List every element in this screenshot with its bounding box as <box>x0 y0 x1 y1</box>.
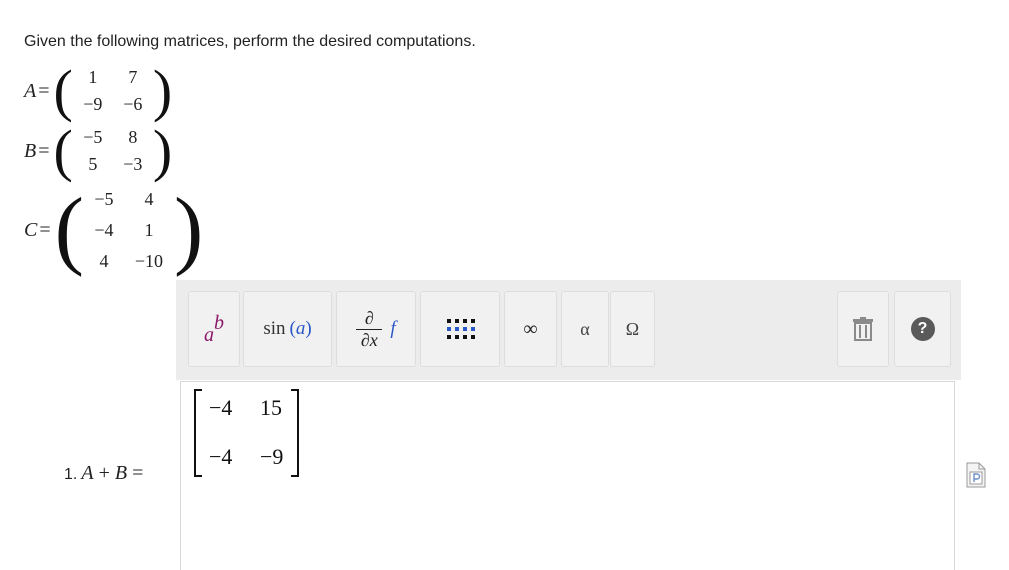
left-paren: ( <box>53 58 73 123</box>
matrix-b-label: B <box>24 139 37 162</box>
matrix-b-grid: −5 8 5 −3 <box>73 127 153 175</box>
matrix-c-label: C <box>24 218 38 241</box>
matrix-a: A = ( 1 7 −9 −6 ) <box>24 62 172 120</box>
matrix-grid-icon <box>447 319 475 339</box>
sin-arg: a <box>295 318 306 339</box>
preview-icon[interactable] <box>966 462 986 488</box>
question-number: 1. <box>64 466 78 483</box>
question-lhs-b: B <box>114 462 128 484</box>
left-paren: ( <box>54 181 84 278</box>
superscript-base: a <box>204 323 214 346</box>
alpha-icon: α <box>580 318 590 339</box>
matrix-c: C = ( −5 4 −4 1 4 −10 ) <box>24 186 203 274</box>
matrix-cell: 1 <box>144 219 154 240</box>
matrix-b-equals: = <box>38 139 50 162</box>
matrix-cell: 1 <box>88 67 98 87</box>
prompt-text: Given the following matrices, perform th… <box>24 33 476 50</box>
answer-cell[interactable]: −4 <box>209 395 232 421</box>
matrix-button[interactable] <box>420 291 500 367</box>
matrix-cell: −3 <box>123 154 143 174</box>
answer-input[interactable]: −4 15 −4 −9 <box>180 381 955 570</box>
greek-button[interactable]: α <box>561 291 609 367</box>
derivative-function: f <box>390 318 396 339</box>
help-button[interactable]: ? <box>894 291 951 367</box>
trash-button[interactable] <box>837 291 889 367</box>
matrix-cell: 4 <box>144 188 154 209</box>
right-paren: ) <box>173 181 204 278</box>
matrix-cell: 4 <box>99 250 109 271</box>
help-icon: ? <box>910 317 935 341</box>
math-toolbar: a b sin ( a ) ∂ ∂x f ∞ α Ω ? <box>176 280 961 380</box>
question-plus: + <box>93 462 115 484</box>
matrix-cell: −4 <box>94 219 114 240</box>
derivative-denominator: ∂x <box>360 329 378 350</box>
sin-fn: sin <box>263 318 286 339</box>
matrix-cell: −9 <box>83 94 103 114</box>
matrix-cell: 5 <box>88 154 98 174</box>
infinity-button[interactable]: ∞ <box>504 291 557 367</box>
matrix-cell: −6 <box>123 94 143 114</box>
symbol-button[interactable]: Ω <box>610 291 655 367</box>
left-paren: ( <box>53 118 73 183</box>
matrix-cell: 8 <box>128 127 138 147</box>
derivative-button[interactable]: ∂ ∂x f <box>336 291 416 367</box>
matrix-cell: −10 <box>134 250 164 271</box>
matrix-c-grid: −5 4 −4 1 4 −10 <box>84 189 174 272</box>
matrix-a-label: A <box>24 79 37 102</box>
question-lhs-a: A <box>81 462 94 484</box>
infinity-icon: ∞ <box>523 317 538 340</box>
function-button[interactable]: sin ( a ) <box>243 291 332 367</box>
matrix-cell: −5 <box>83 127 103 147</box>
right-bracket <box>291 389 299 477</box>
matrix-cell: 7 <box>128 67 138 87</box>
superscript-exp: b <box>214 311 224 334</box>
answer-cell[interactable]: −4 <box>209 444 232 470</box>
question-label: 1. A + B = <box>64 462 143 485</box>
document-preview-icon <box>966 462 986 488</box>
matrix-cell: −5 <box>94 188 114 209</box>
matrix-a-equals: = <box>38 79 50 102</box>
superscript-button[interactable]: a b <box>188 291 240 367</box>
derivative-numerator: ∂ <box>364 307 374 328</box>
question-equals: = <box>127 462 144 484</box>
question-expression: A + B = <box>81 462 143 485</box>
right-paren: ) <box>152 118 173 183</box>
right-paren: ) <box>152 58 173 123</box>
sin-close: ) <box>305 318 312 339</box>
help-glyph: ? <box>917 320 928 337</box>
matrix-c-equals: = <box>39 218 51 241</box>
answer-cell[interactable]: −9 <box>260 444 283 470</box>
trash-icon <box>853 317 873 341</box>
matrix-a-grid: 1 7 −9 −6 <box>73 67 153 115</box>
left-bracket <box>194 389 202 477</box>
matrix-b: B = ( −5 8 5 −3 ) <box>24 122 172 180</box>
answer-cell[interactable]: 15 <box>260 395 282 421</box>
omega-icon: Ω <box>625 318 640 339</box>
